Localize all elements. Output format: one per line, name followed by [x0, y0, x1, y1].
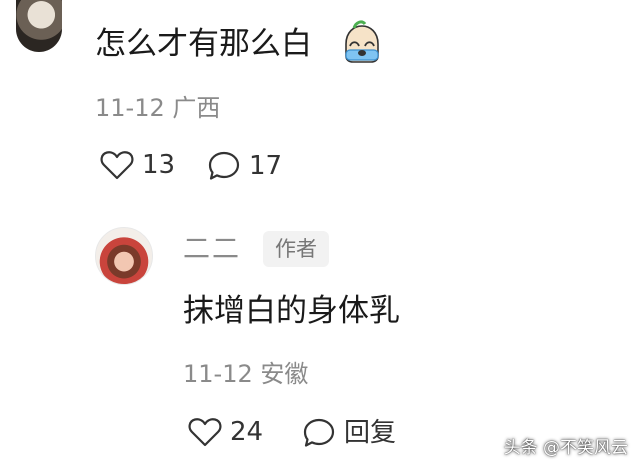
comment-bubble-icon	[208, 151, 240, 180]
comment-date: 11-12	[95, 94, 165, 122]
like-button[interactable]: 24	[188, 417, 263, 447]
reply-count-button[interactable]: 17	[207, 150, 282, 182]
reply-meta: 11-12 安徽	[183, 359, 308, 389]
avatar[interactable]	[16, 0, 62, 52]
reply-label: 回复	[344, 418, 397, 448]
avatar[interactable]	[95, 227, 153, 285]
heart-icon	[188, 418, 222, 447]
reply-button[interactable]: 回复	[302, 417, 396, 449]
comment-bubble-icon	[303, 418, 335, 447]
comment-location: 广西	[172, 94, 221, 122]
like-button[interactable]: 13	[100, 150, 175, 180]
comment-meta: 11-12 广西	[95, 93, 220, 123]
reply-location: 安徽	[260, 360, 309, 388]
heart-icon	[100, 151, 134, 180]
watermark: 头条 @不笑风云	[503, 438, 628, 458]
comment-text: 怎么才有那么白	[95, 26, 312, 62]
reply-username[interactable]: 二二	[183, 233, 241, 267]
reply-date: 11-12	[183, 360, 253, 388]
reply-count: 17	[249, 151, 283, 181]
comment-thread: 怎么才有那么白 11-12 广西 13 17 二二 作者 抹增白的身体乳 11-…	[0, 0, 640, 469]
crying-face-icon	[345, 20, 379, 63]
reply-text: 抹增白的身体乳	[183, 293, 400, 329]
like-count: 13	[142, 150, 176, 180]
author-badge: 作者	[263, 231, 329, 267]
like-count: 24	[230, 417, 264, 447]
